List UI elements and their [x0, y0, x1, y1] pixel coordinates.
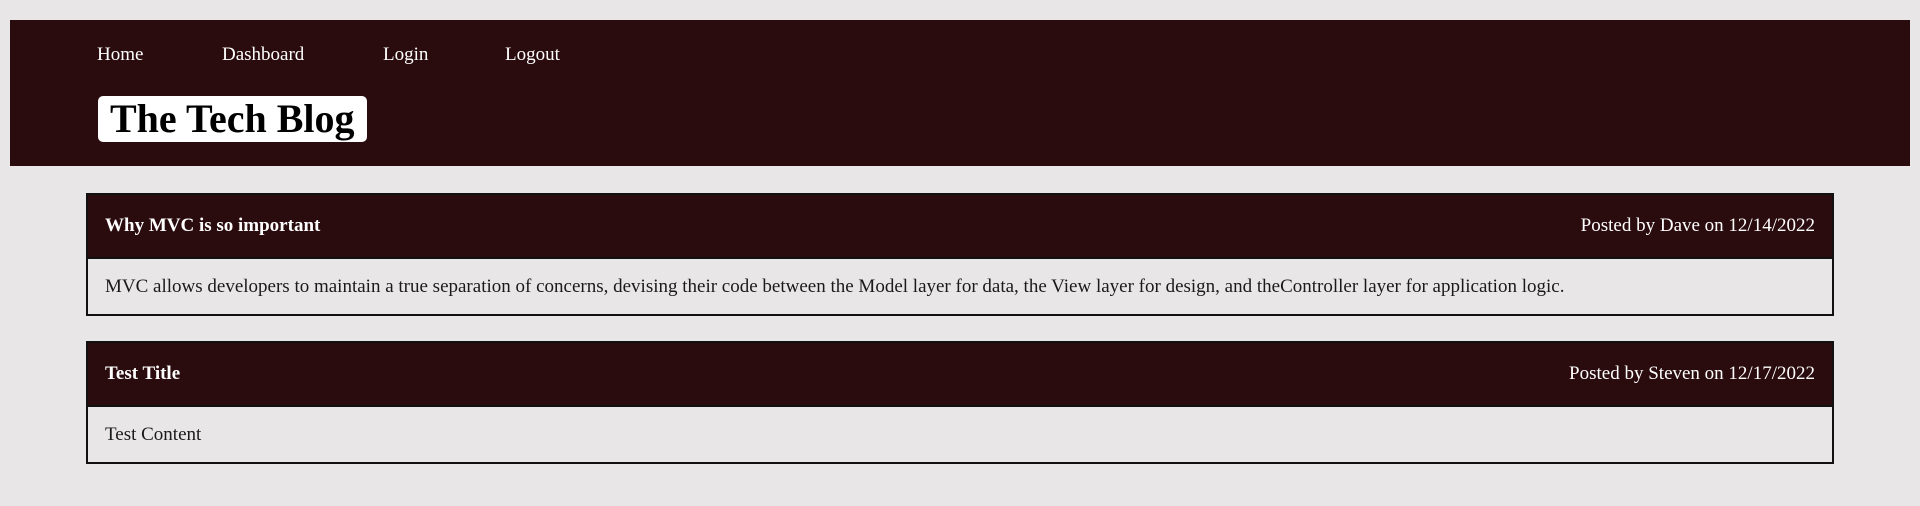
post-content: MVC allows developers to maintain a true…: [88, 257, 1832, 314]
main-nav: Home Dashboard Login Logout: [10, 20, 1910, 80]
nav-link-login[interactable]: Login: [383, 45, 428, 64]
nav-link-dashboard[interactable]: Dashboard: [222, 45, 304, 64]
posts-list: Why MVC is so important Posted by Dave o…: [86, 193, 1834, 489]
post-title[interactable]: Test Title: [105, 363, 180, 385]
post-header: Test Title Posted by Steven on 12/17/202…: [88, 343, 1832, 405]
nav-link-home[interactable]: Home: [97, 45, 143, 64]
post-card[interactable]: Test Title Posted by Steven on 12/17/202…: [86, 341, 1834, 464]
post-meta: Posted by Dave on 12/14/2022: [1580, 215, 1815, 236]
site-header: Home Dashboard Login Logout The Tech Blo…: [10, 20, 1910, 166]
post-meta: Posted by Steven on 12/17/2022: [1569, 363, 1815, 384]
post-content: Test Content: [88, 405, 1832, 462]
nav-link-logout[interactable]: Logout: [505, 45, 560, 64]
site-title: The Tech Blog: [110, 96, 355, 141]
post-card[interactable]: Why MVC is so important Posted by Dave o…: [86, 193, 1834, 316]
site-title-box: The Tech Blog: [98, 96, 367, 142]
post-title[interactable]: Why MVC is so important: [105, 215, 320, 237]
post-header: Why MVC is so important Posted by Dave o…: [88, 195, 1832, 257]
